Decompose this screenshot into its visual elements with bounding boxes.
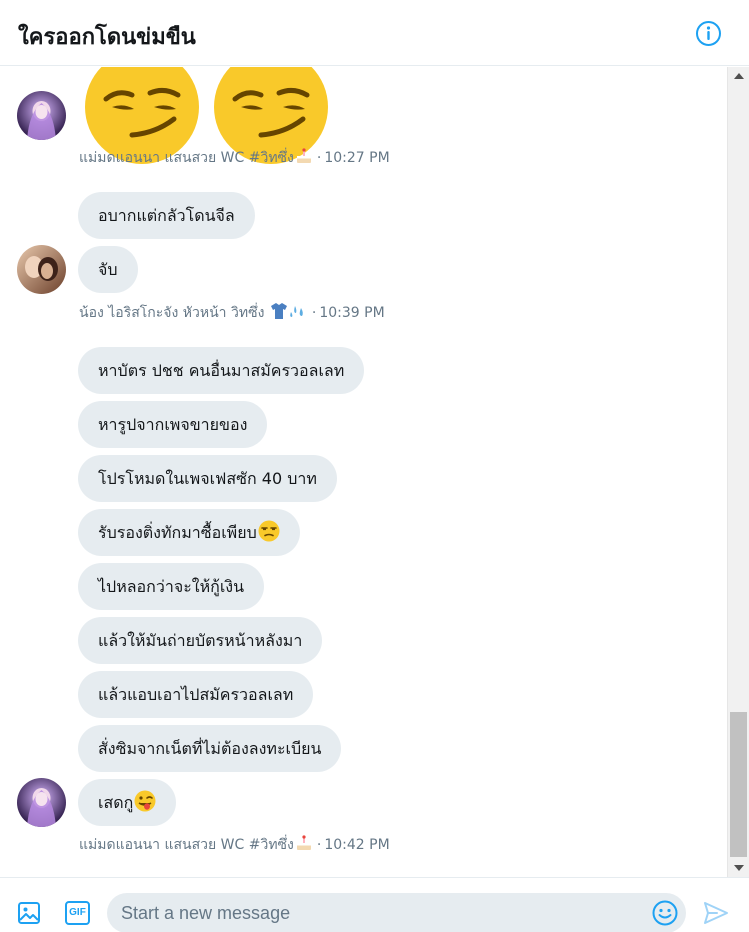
avatar[interactable] xyxy=(17,778,66,827)
message-text: โปรโหมดในเพจเฟสซัก 40 บาท xyxy=(98,469,317,488)
message-bubble[interactable]: ไปหลอกว่าจะให้กู้เงิน xyxy=(78,563,265,610)
message-bubble[interactable]: สั่งซิมจากเน็ตที่ไม่ต้องลงทะเบียน xyxy=(78,725,342,772)
message-bubble[interactable]: อบากแต่กลัวโดนจีล xyxy=(78,192,255,239)
message-meta: แม่มดแอนนา แสนสวย WC #วิทซึ่ง · 10:42 PM xyxy=(79,834,390,854)
message-bubble[interactable]: เสดกู xyxy=(78,779,177,826)
message-time: 10:27 PM xyxy=(324,150,390,166)
scroll-down-arrow-icon[interactable] xyxy=(734,865,744,871)
message-text: แล้วแอบเอาไปสมัครวอลเลท xyxy=(98,685,294,704)
purple-anime-avatar-icon xyxy=(17,778,66,827)
send-icon[interactable] xyxy=(703,900,729,926)
gif-icon[interactable]: GIF xyxy=(65,901,90,925)
conversation-title: ใครออกโดนข่มขืน xyxy=(18,25,196,50)
message-bubble[interactable]: รับรองติ่งทักมาซื้อเพียบ xyxy=(78,509,300,556)
purple-anime-avatar-icon xyxy=(17,91,66,140)
shirt-and-droplets-icon xyxy=(270,303,303,319)
info-icon[interactable] xyxy=(695,20,722,47)
scroll-up-arrow-icon[interactable] xyxy=(734,73,744,79)
message-text: ไปหลอกว่าจะให้กู้เงิน xyxy=(98,577,245,596)
message-text: สั่งซิมจากเน็ตที่ไม่ต้องลงทะเบียน xyxy=(98,739,322,758)
message-bubble[interactable]: หารูปจากเพจขายของ xyxy=(78,401,268,448)
message-time: 10:42 PM xyxy=(324,837,390,853)
avatar[interactable] xyxy=(17,91,66,140)
cake-icon xyxy=(296,835,311,850)
cake-icon xyxy=(296,148,311,163)
conversation-header: ใครออกโดนข่มขืน xyxy=(0,0,749,66)
message-composer: GIF xyxy=(0,877,749,932)
message-input-wrapper[interactable] xyxy=(107,893,686,932)
scrollbar-thumb[interactable] xyxy=(730,712,747,857)
image-icon[interactable] xyxy=(17,901,41,925)
message-time: 10:39 PM xyxy=(319,305,385,321)
scrollbar[interactable] xyxy=(727,67,749,877)
message-text: เสดกู xyxy=(98,793,134,812)
sender-name[interactable]: แม่มดแอนนา แสนสวย WC #วิทซึ่ง xyxy=(79,150,294,166)
message-input[interactable] xyxy=(121,893,641,932)
meta-separator: · xyxy=(316,837,322,853)
message-text: อบากแต่กลัวโดนจีล xyxy=(98,206,235,225)
meta-separator: · xyxy=(316,150,322,166)
avatar[interactable] xyxy=(17,245,66,294)
message-bubble[interactable]: หาบัตร ปชช คนอื่นมาสมัครวอลเลท xyxy=(78,347,365,394)
winking-face-with-tongue-emoji xyxy=(134,790,156,812)
message-meta: น้อง ไอริสโกะจัง หัวหน้า วิทซึ่ง · 10:39 … xyxy=(79,302,385,322)
message-text: หาบัตร ปชช คนอื่นมาสมัครวอลเลท xyxy=(98,361,345,380)
meta-separator: · xyxy=(311,305,317,321)
sender-name[interactable]: น้อง ไอริสโกะจัง หัวหน้า วิทซึ่ง xyxy=(79,305,264,321)
emoji-picker-icon[interactable] xyxy=(652,900,678,926)
message-bubble[interactable]: จับ xyxy=(78,246,138,293)
message-bubble[interactable]: โปรโหมดในเพจเฟสซัก 40 บาท xyxy=(78,455,337,502)
message-text: หารูปจากเพจขายของ xyxy=(98,415,248,434)
message-list[interactable]: แม่มดแอนนา แสนสวย WC #วิทซึ่ง · 10:27 PM อ… xyxy=(0,67,727,877)
message-bubble[interactable]: แล้วให้มันถ่ายบัตรหน้าหลังมา xyxy=(78,617,323,664)
message-meta: แม่มดแอนนา แสนสวย WC #วิทซึ่ง · 10:27 PM xyxy=(79,147,390,167)
unamused-face-emoji xyxy=(258,520,280,542)
message-text: รับรองติ่งทักมาซื้อเพียบ xyxy=(98,523,257,542)
sender-name[interactable]: แม่มดแอนนา แสนสวย WC #วิทซึ่ง xyxy=(79,837,294,853)
photo-avatar-icon xyxy=(17,245,66,294)
message-text: แล้วให้มันถ่ายบัตรหน้าหลังมา xyxy=(98,631,303,650)
message-text: จับ xyxy=(98,260,118,279)
message-bubble[interactable]: แล้วแอบเอาไปสมัครวอลเลท xyxy=(78,671,314,718)
